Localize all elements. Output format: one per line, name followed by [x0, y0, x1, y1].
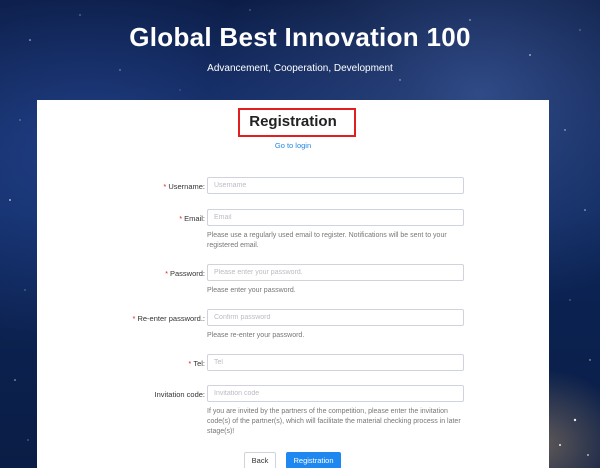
reenter-password-label: * Re-enter password.: — [132, 314, 205, 323]
email-help: Please use a regularly used email to reg… — [207, 232, 447, 249]
username-label: * Username: — [163, 182, 205, 191]
invitation-code-help: If you are invited by the partners of th… — [207, 408, 461, 435]
invitation-code-input[interactable] — [207, 385, 464, 402]
required-marker: * — [179, 214, 183, 223]
page-title: Global Best Innovation 100 — [129, 22, 471, 52]
go-to-login-link[interactable]: Go to login — [37, 141, 549, 150]
password-input[interactable] — [207, 264, 464, 281]
tel-label: * Tel: — [188, 359, 205, 368]
required-marker: * — [132, 314, 136, 323]
registration-card: Registration Go to login *Username: *Ema… — [37, 100, 549, 468]
invitation-code-label: Invitation code: — [154, 390, 205, 399]
reenter-password-help: Please re-enter your password. — [207, 332, 305, 339]
tel-input[interactable] — [207, 354, 464, 371]
back-button[interactable]: Back — [244, 452, 276, 468]
email-label: * Email: — [179, 214, 205, 223]
required-marker: * — [188, 359, 192, 368]
confirm-password-input[interactable] — [207, 309, 464, 326]
registration-heading: Registration — [249, 113, 337, 130]
password-label: * Password: — [165, 269, 205, 278]
required-marker: * — [165, 269, 168, 278]
registration-submit-button[interactable]: Registration — [286, 452, 341, 468]
username-input[interactable] — [207, 177, 464, 194]
required-marker: * — [163, 182, 167, 191]
page-subtitle: Advancement, Cooperation, Development — [207, 63, 393, 74]
password-help: Please enter your password. — [207, 287, 296, 294]
email-input[interactable] — [207, 209, 464, 226]
